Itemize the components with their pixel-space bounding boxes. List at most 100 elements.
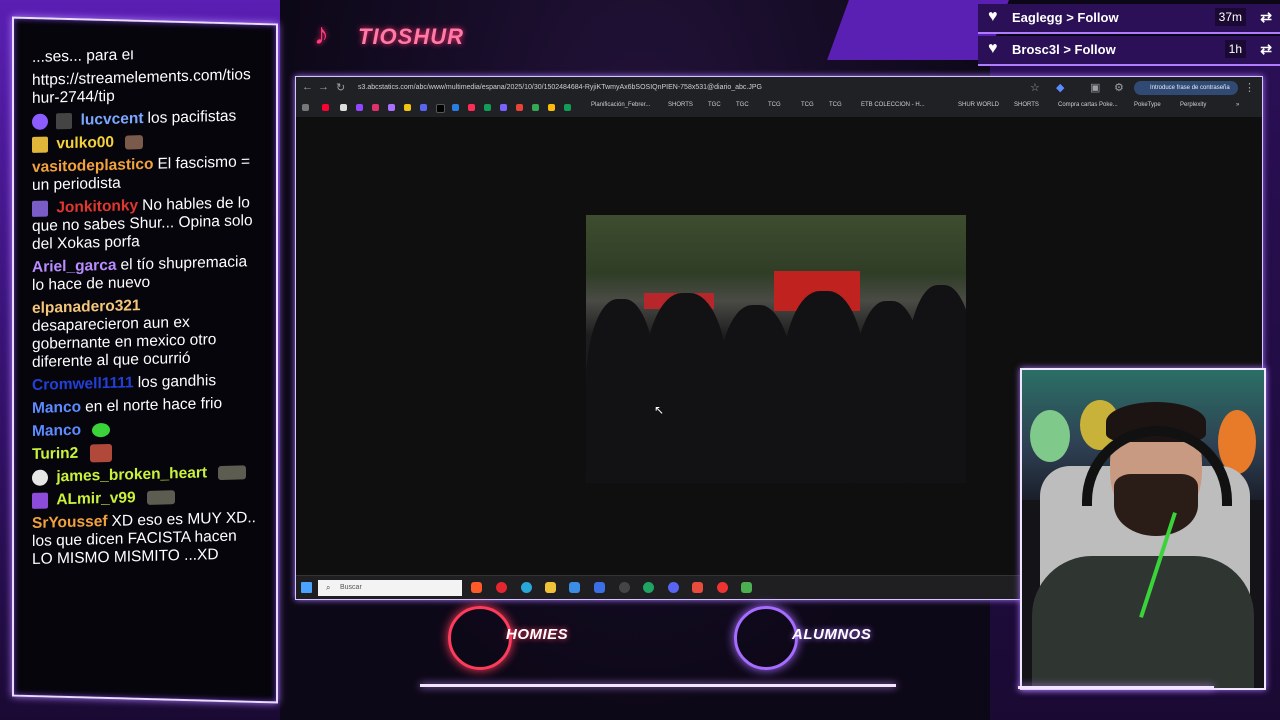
bookmark-icon[interactable] — [516, 104, 523, 111]
follow-time: 37m — [1214, 8, 1246, 26]
youtube-icon[interactable] — [322, 104, 329, 111]
bookmark-icon[interactable] — [452, 104, 459, 111]
chat-message: james_broken_heart — [32, 463, 258, 487]
chat-message: Manco en el norte hace frio — [32, 394, 223, 417]
chat-message: Cromwell1111 los gandhis — [32, 372, 217, 394]
tiktok-icon: ♪ — [314, 18, 329, 51]
bookmark-icon[interactable] — [500, 104, 507, 111]
password-chip[interactable]: Introduce frase de contraseña — [1134, 81, 1238, 95]
bookmark-item[interactable]: ETB COLECCION - H... — [861, 102, 925, 108]
chat-username: Cromwell1111 — [32, 374, 134, 394]
folder-icon[interactable] — [545, 582, 556, 593]
bookmark-item[interactable]: TCG — [829, 102, 842, 108]
twitch-icon[interactable] — [356, 104, 363, 111]
chat-username: elpanadero321 — [32, 297, 141, 317]
app-icon[interactable] — [741, 582, 752, 593]
edge-icon[interactable] — [521, 582, 532, 593]
bookmark-item[interactable]: Compra cartas Poke... — [1058, 102, 1118, 108]
follow-user: Eaglegg — [1012, 10, 1063, 25]
chat-username: james_broken_heart — [56, 464, 208, 486]
divider — [420, 684, 896, 687]
store-icon[interactable] — [569, 582, 580, 593]
bookmark-icon[interactable] — [548, 104, 555, 111]
chat-message: Turin2 — [32, 440, 258, 464]
bookmark-icon[interactable] — [468, 104, 475, 111]
x-icon[interactable] — [340, 104, 347, 111]
crown-badge-icon — [32, 136, 48, 153]
bookmark-item[interactable]: TGC — [708, 102, 721, 108]
windows-start-icon[interactable] — [301, 582, 312, 593]
webcam-feed — [1020, 368, 1266, 690]
bookmark-item[interactable]: TCG — [768, 102, 781, 108]
reload-icon[interactable]: ↻ — [336, 81, 345, 94]
url-field[interactable]: s3.abcstatics.com/abc/www/multimedia/esp… — [358, 81, 1068, 95]
refresh-icon: ⇄ — [1260, 41, 1272, 57]
app-icon[interactable] — [692, 582, 703, 593]
sub-badge-icon — [32, 492, 48, 509]
heart-icon: ♥ — [988, 8, 998, 25]
chat-username: Jonkitonky — [56, 197, 139, 217]
emote-icon — [146, 490, 175, 505]
chat-username: SrYoussef — [32, 513, 108, 533]
chat-message: https://streamelements.com/tioshur-2744/… — [32, 66, 251, 107]
bookmark-item[interactable]: Perplexity — [1180, 102, 1206, 108]
twitch-icon[interactable] — [388, 104, 395, 111]
sheets-icon[interactable] — [564, 104, 571, 111]
obs-icon[interactable] — [619, 582, 630, 593]
extension-icon[interactable]: ◆ — [1056, 81, 1064, 94]
extensions-icon[interactable]: ▣ — [1090, 81, 1100, 94]
chat-messages: ...ses... para el https://streamelements… — [14, 47, 276, 575]
bookmark-icon[interactable] — [404, 104, 411, 111]
chat-message: SrYoussef XD eso es MUY XD.. los que dice… — [32, 509, 256, 569]
search-icon: ⌕ — [326, 583, 331, 592]
bookmark-star-icon[interactable]: ☆ — [1030, 81, 1040, 94]
chrome-icon[interactable] — [643, 582, 654, 593]
back-icon[interactable]: ← — [302, 81, 313, 93]
brave-icon[interactable] — [471, 582, 482, 593]
divider — [1018, 686, 1214, 689]
bookmark-item[interactable]: Planificación_Febrer... — [591, 102, 650, 108]
apps-icon[interactable] — [302, 104, 309, 111]
follow-action: Follow — [1077, 10, 1119, 25]
taskbar-search[interactable]: Buscar — [318, 580, 462, 596]
opera-icon[interactable] — [496, 582, 507, 593]
refresh-icon: ⇄ — [1260, 9, 1272, 25]
chat-username: Ariel_garca — [32, 256, 117, 276]
pokeball-icon[interactable] — [717, 582, 728, 593]
menu-icon[interactable]: ⋮ — [1244, 81, 1255, 94]
follow-time: 1h — [1224, 40, 1246, 58]
chat-message: ALmir_v99 — [32, 486, 258, 510]
address-bar: ← → ↻ s3.abcstatics.com/abc/www/multimed… — [296, 77, 1262, 99]
chat-panel[interactable]: ...ses... para el https://streamelements… — [12, 16, 278, 704]
emote-icon — [125, 134, 144, 150]
follow-user: Brosc3l — [1012, 42, 1060, 57]
chat-message: ...ses... para el — [32, 47, 134, 66]
bookmark-item[interactable]: SHORTS — [1014, 102, 1039, 108]
chat-username: Manco — [32, 398, 82, 417]
app-icon[interactable] — [594, 582, 605, 593]
chat-username: lucvcent — [80, 110, 144, 129]
chat-message: Manco — [32, 417, 258, 441]
bookmark-item[interactable]: TCG — [801, 102, 814, 108]
discord-icon[interactable] — [420, 104, 427, 111]
discord-icon[interactable] — [668, 582, 679, 593]
streamer-shirt — [1032, 556, 1254, 688]
bookmark-item[interactable]: SHUR WORLD — [958, 102, 999, 108]
bookmark-item[interactable]: PokeType — [1134, 102, 1161, 108]
bookmarks-bar: Planificación_Febrer... SHORTS TGC TGC T… — [296, 99, 1262, 118]
chat-message: elpanadero321 desaparecieron aun ex gober… — [32, 297, 217, 371]
chevron-right-icon[interactable]: » — [1236, 102, 1239, 108]
emote-icon — [92, 422, 111, 438]
chat-username: vasitodeplastico — [32, 155, 154, 176]
emote-icon — [218, 465, 247, 481]
bookmark-item[interactable]: TGC — [736, 102, 749, 108]
sheets-icon[interactable] — [484, 104, 491, 111]
chat-username: Manco — [32, 421, 82, 440]
bookmark-item[interactable]: SHORTS — [668, 102, 693, 108]
tiktok-icon[interactable] — [436, 104, 445, 113]
settings-icon[interactable]: ⚙ — [1114, 81, 1124, 94]
taskbar-search-label: Buscar — [340, 584, 362, 591]
forward-icon[interactable]: → — [318, 81, 329, 93]
bookmark-icon[interactable] — [532, 104, 539, 111]
instagram-icon[interactable] — [372, 104, 379, 111]
